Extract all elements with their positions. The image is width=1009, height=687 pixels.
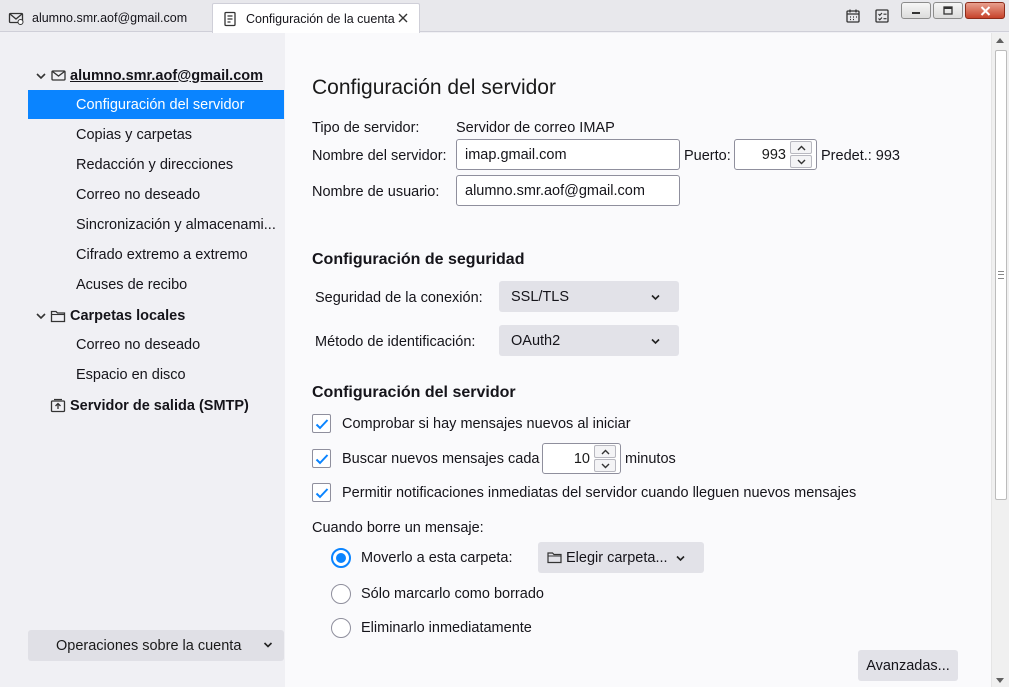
username-field[interactable]: alumno.smr.aof@gmail.com bbox=[456, 175, 680, 206]
account-sidebar: alumno.smr.aof@gmail.com Configuración d… bbox=[0, 33, 285, 687]
advanced-button[interactable]: Avanzadas... bbox=[858, 650, 958, 681]
scrollbar-grip bbox=[998, 271, 1004, 279]
check-startup-checkbox[interactable] bbox=[312, 414, 331, 433]
account-operations-button[interactable]: Operaciones sobre la cuenta bbox=[28, 630, 284, 661]
connection-security-value: SSL/TLS bbox=[511, 288, 570, 305]
tab-mail-account[interactable]: alumno.smr.aof@gmail.com bbox=[0, 3, 211, 32]
tab-label: Configuración de la cuenta bbox=[246, 11, 395, 26]
delete-immediately-label[interactable]: Eliminarlo inmediatamente bbox=[361, 620, 532, 636]
folder-icon bbox=[50, 308, 66, 324]
server-type-value: Servidor de correo IMAP bbox=[456, 120, 615, 136]
checkmark-icon bbox=[315, 487, 328, 498]
window-controls bbox=[901, 2, 1005, 19]
sidebar-local-folders[interactable]: Carpetas locales bbox=[28, 301, 284, 330]
chevron-down-icon[interactable] bbox=[34, 69, 48, 83]
security-heading: Configuración de seguridad bbox=[312, 251, 525, 268]
auth-method-value: OAuth2 bbox=[511, 332, 561, 349]
auth-method-label: Método de identificación: bbox=[315, 334, 476, 350]
maximize-button[interactable] bbox=[933, 2, 963, 19]
account-name: alumno.smr.aof@gmail.com bbox=[70, 67, 264, 84]
chevron-down-icon bbox=[262, 639, 274, 655]
sidebar-item-junk[interactable]: Correo no deseado bbox=[28, 180, 284, 209]
server-type-label: Tipo de servidor: bbox=[312, 120, 420, 136]
checkmark-icon bbox=[315, 418, 328, 429]
choose-folder-button[interactable]: Elegir carpeta... bbox=[538, 542, 704, 573]
close-icon[interactable] bbox=[395, 10, 411, 26]
page-title: Configuración del servidor bbox=[312, 76, 556, 99]
port-label: Puerto: bbox=[684, 148, 731, 164]
port-stepper[interactable]: 993 bbox=[734, 139, 817, 170]
checkmark-icon bbox=[315, 453, 328, 464]
server-name-field[interactable]: imap.gmail.com bbox=[456, 139, 680, 170]
check-every-label[interactable]: Buscar nuevos mensajes cada bbox=[342, 451, 539, 467]
minimize-button[interactable] bbox=[901, 2, 931, 19]
outgoing-server-icon bbox=[50, 398, 66, 414]
sidebar-item-local-junk[interactable]: Correo no deseado bbox=[28, 330, 284, 359]
tab-account-settings[interactable]: Configuración de la cuenta bbox=[212, 3, 420, 33]
port-default: Predet.: 993 bbox=[821, 148, 900, 164]
sidebar-item-disk-space[interactable]: Espacio en disco bbox=[28, 360, 284, 389]
folder-icon bbox=[547, 551, 562, 564]
tasks-icon[interactable] bbox=[874, 8, 890, 24]
account-operations-label: Operaciones sobre la cuenta bbox=[56, 637, 242, 654]
scroll-down-arrow[interactable] bbox=[996, 678, 1004, 683]
check-interval-value: 10 bbox=[573, 451, 590, 467]
chevron-down-icon bbox=[650, 291, 661, 307]
minutes-label: minutos bbox=[625, 451, 676, 467]
local-folders-label: Carpetas locales bbox=[70, 307, 186, 324]
tab-label: alumno.smr.aof@gmail.com bbox=[32, 10, 188, 25]
move-to-folder-radio[interactable] bbox=[331, 548, 351, 568]
chevron-down-icon[interactable] bbox=[594, 459, 616, 472]
close-window-button[interactable] bbox=[965, 2, 1005, 19]
sidebar-item-e2e[interactable]: Cifrado extremo a extremo bbox=[28, 240, 284, 269]
username-label: Nombre de usuario: bbox=[312, 184, 440, 200]
auth-method-select[interactable]: OAuth2 bbox=[499, 325, 679, 356]
vertical-scrollbar[interactable] bbox=[991, 33, 1009, 687]
delete-message-label: Cuando borre un mensaje: bbox=[312, 520, 484, 536]
mark-deleted-radio[interactable] bbox=[331, 584, 351, 604]
sidebar-item-receipts[interactable]: Acuses de recibo bbox=[28, 270, 284, 299]
sidebar-item-sync[interactable]: Sincronización y almacenami... bbox=[28, 210, 284, 239]
server-settings-heading: Configuración del servidor bbox=[312, 384, 516, 401]
connection-security-label: Seguridad de la conexión: bbox=[315, 290, 483, 306]
move-to-folder-label[interactable]: Moverlo a esta carpeta: bbox=[361, 550, 513, 566]
port-value: 993 bbox=[761, 147, 786, 163]
sidebar-item-composition[interactable]: Redacción y direcciones bbox=[28, 150, 284, 179]
chevron-down-icon[interactable] bbox=[34, 309, 48, 323]
server-settings-panel: Configuración del servidor Tipo de servi… bbox=[285, 33, 991, 687]
allow-push-label[interactable]: Permitir notificaciones inmediatas del s… bbox=[342, 485, 856, 501]
scroll-up-arrow[interactable] bbox=[996, 38, 1004, 43]
chevron-up-icon[interactable] bbox=[790, 141, 812, 154]
choose-folder-label: Elegir carpeta... bbox=[566, 549, 668, 566]
chevron-down-icon bbox=[650, 335, 661, 351]
server-name-label: Nombre del servidor: bbox=[312, 148, 447, 164]
sidebar-account[interactable]: alumno.smr.aof@gmail.com bbox=[28, 61, 284, 90]
sidebar-item-server-settings[interactable]: Configuración del servidor bbox=[28, 90, 284, 119]
mail-icon bbox=[8, 10, 24, 26]
check-startup-label[interactable]: Comprobar si hay mensajes nuevos al inic… bbox=[342, 416, 631, 432]
delete-immediately-radio[interactable] bbox=[331, 618, 351, 638]
chevron-down-icon bbox=[675, 552, 686, 568]
chevron-up-icon[interactable] bbox=[594, 445, 616, 458]
sidebar-smtp[interactable]: Servidor de salida (SMTP) bbox=[28, 391, 284, 420]
check-interval-stepper[interactable]: 10 bbox=[542, 443, 621, 474]
chevron-down-icon[interactable] bbox=[790, 155, 812, 168]
allow-push-checkbox[interactable] bbox=[312, 483, 331, 502]
connection-security-select[interactable]: SSL/TLS bbox=[499, 281, 679, 312]
mail-icon bbox=[50, 68, 66, 84]
sidebar-item-copies-folders[interactable]: Copias y carpetas bbox=[28, 120, 284, 149]
mark-deleted-label[interactable]: Sólo marcarlo como borrado bbox=[361, 586, 544, 602]
check-every-checkbox[interactable] bbox=[312, 449, 331, 468]
calendar-icon[interactable] bbox=[845, 8, 861, 24]
document-icon bbox=[222, 11, 238, 27]
smtp-label: Servidor de salida (SMTP) bbox=[70, 397, 249, 414]
tab-bar: alumno.smr.aof@gmail.com Configuración d… bbox=[0, 0, 1009, 33]
